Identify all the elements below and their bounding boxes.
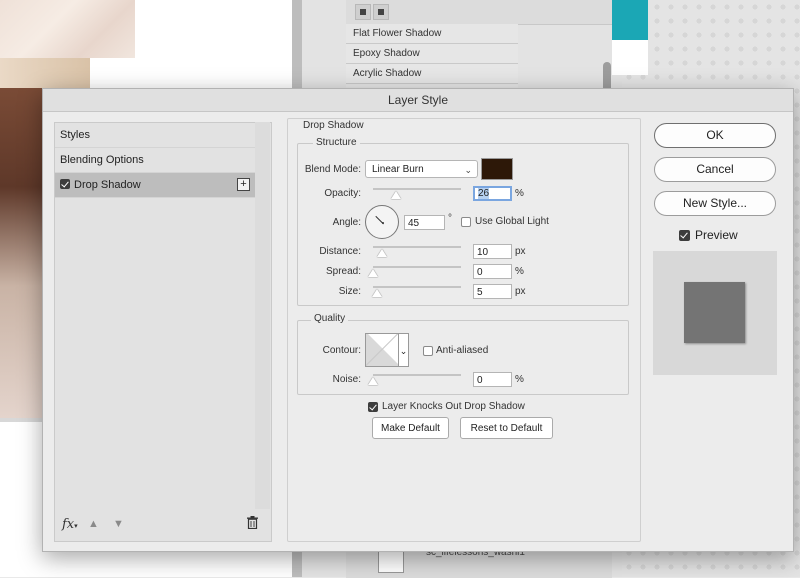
angle-indicator xyxy=(375,215,384,225)
list-view-icon[interactable] xyxy=(373,4,389,20)
styles-category-panel: Styles Blending Options Drop Shadow + xyxy=(54,122,272,542)
styles-item[interactable]: Styles xyxy=(55,123,258,148)
noise-input[interactable]: 0 xyxy=(473,372,512,387)
drop-shadow-title: Drop Shadow xyxy=(303,120,364,131)
blending-options-item[interactable]: Blending Options xyxy=(55,148,258,173)
teal-swatch xyxy=(612,0,648,40)
spread-label: Spread: xyxy=(325,266,361,277)
anti-aliased-label[interactable]: Anti-aliased xyxy=(436,345,488,356)
white-swatch xyxy=(612,40,648,75)
canvas-photo-top xyxy=(0,0,135,58)
blend-mode-select[interactable]: Linear Burn ⌄ xyxy=(365,160,478,178)
cancel-button[interactable]: Cancel xyxy=(654,157,776,182)
preview-label[interactable]: Preview xyxy=(695,228,738,242)
noise-slider-track[interactable] xyxy=(373,374,461,376)
chevron-down-icon: ⌄ xyxy=(399,346,408,356)
dialog-title: Layer Style xyxy=(43,89,793,112)
blend-mode-value: Linear Burn xyxy=(372,164,424,175)
preview-thumbnail xyxy=(653,251,777,375)
spread-slider-track[interactable] xyxy=(373,266,461,268)
size-unit: px xyxy=(515,286,526,297)
spread-unit: % xyxy=(515,266,524,277)
noise-label: Noise: xyxy=(332,374,361,385)
canvas-photo-side xyxy=(0,88,42,418)
grid-view-icon[interactable] xyxy=(355,4,371,20)
distance-label: Distance: xyxy=(319,246,361,257)
use-global-light-checkbox[interactable] xyxy=(461,217,471,227)
spread-input[interactable]: 0 xyxy=(473,264,512,279)
reset-to-default-button[interactable]: Reset to Default xyxy=(460,417,553,439)
preview-checkbox[interactable] xyxy=(679,230,690,241)
style-list-item[interactable]: Flat Flower Shadow xyxy=(346,24,518,44)
opacity-label: Opacity: xyxy=(324,188,361,199)
move-up-icon[interactable]: ▲ xyxy=(88,518,99,530)
use-global-light-label[interactable]: Use Global Light xyxy=(475,216,549,227)
layer-style-dialog: Layer Style Styles Blending Options Drop… xyxy=(42,88,794,552)
structure-title: Structure xyxy=(313,137,360,148)
contour-picker[interactable] xyxy=(365,333,399,367)
knocks-out-label[interactable]: Layer Knocks Out Drop Shadow xyxy=(382,401,525,412)
quality-title: Quality xyxy=(311,313,349,324)
distance-input[interactable]: 10 xyxy=(473,244,512,259)
new-style-button[interactable]: New Style... xyxy=(654,191,776,216)
noise-slider-thumb[interactable] xyxy=(368,377,378,385)
noise-unit: % xyxy=(515,374,524,385)
contour-label: Contour: xyxy=(322,345,361,356)
plus-icon[interactable]: + xyxy=(237,178,250,191)
style-list-item[interactable]: Acrylic Shadow xyxy=(346,64,518,84)
size-slider-track[interactable] xyxy=(373,286,461,288)
trash-icon[interactable] xyxy=(247,516,258,529)
drop-shadow-item-label: Drop Shadow xyxy=(74,179,141,191)
contour-dropdown[interactable]: ⌄ xyxy=(399,333,409,367)
preview-shape xyxy=(684,282,745,343)
styles-panel-footer: fx▾ ▲ ▼ xyxy=(54,510,270,540)
drop-shadow-checkbox[interactable] xyxy=(60,179,70,189)
spread-slider-thumb[interactable] xyxy=(368,269,378,277)
opacity-slider-track[interactable] xyxy=(373,188,461,190)
move-down-icon[interactable]: ▼ xyxy=(113,518,124,530)
fx-icon[interactable]: fx▾ xyxy=(62,517,78,532)
chevron-down-icon: ⌄ xyxy=(464,165,472,175)
contour-curve xyxy=(366,334,398,366)
angle-label: Angle: xyxy=(332,217,361,228)
styles-panel-scrollbar[interactable] xyxy=(255,122,270,509)
opacity-unit: % xyxy=(515,188,524,199)
distance-unit: px xyxy=(515,246,526,257)
opacity-slider-thumb[interactable] xyxy=(390,191,401,199)
canvas-photo-shadow xyxy=(0,418,42,422)
drop-shadow-item[interactable]: Drop Shadow + xyxy=(55,173,258,198)
angle-unit: ° xyxy=(448,213,452,224)
knocks-out-checkbox[interactable] xyxy=(368,402,378,412)
size-input[interactable]: 5 xyxy=(473,284,512,299)
make-default-button[interactable]: Make Default xyxy=(372,417,449,439)
opacity-input[interactable]: 26 xyxy=(473,186,512,201)
size-slider-thumb[interactable] xyxy=(372,289,383,297)
distance-slider-track[interactable] xyxy=(373,246,461,248)
shadow-color-swatch[interactable] xyxy=(481,158,513,180)
angle-dial[interactable] xyxy=(365,205,399,239)
styles-panel-toolbar xyxy=(346,0,612,25)
angle-input[interactable]: 45 xyxy=(404,215,445,230)
distance-slider-thumb[interactable] xyxy=(376,249,387,257)
ok-button[interactable]: OK xyxy=(654,123,776,148)
anti-aliased-checkbox[interactable] xyxy=(423,346,433,356)
canvas-photo-hat xyxy=(0,58,90,88)
blend-mode-label: Blend Mode: xyxy=(304,164,361,175)
size-label: Size: xyxy=(338,286,361,297)
style-list-item[interactable]: Epoxy Shadow xyxy=(346,44,518,64)
